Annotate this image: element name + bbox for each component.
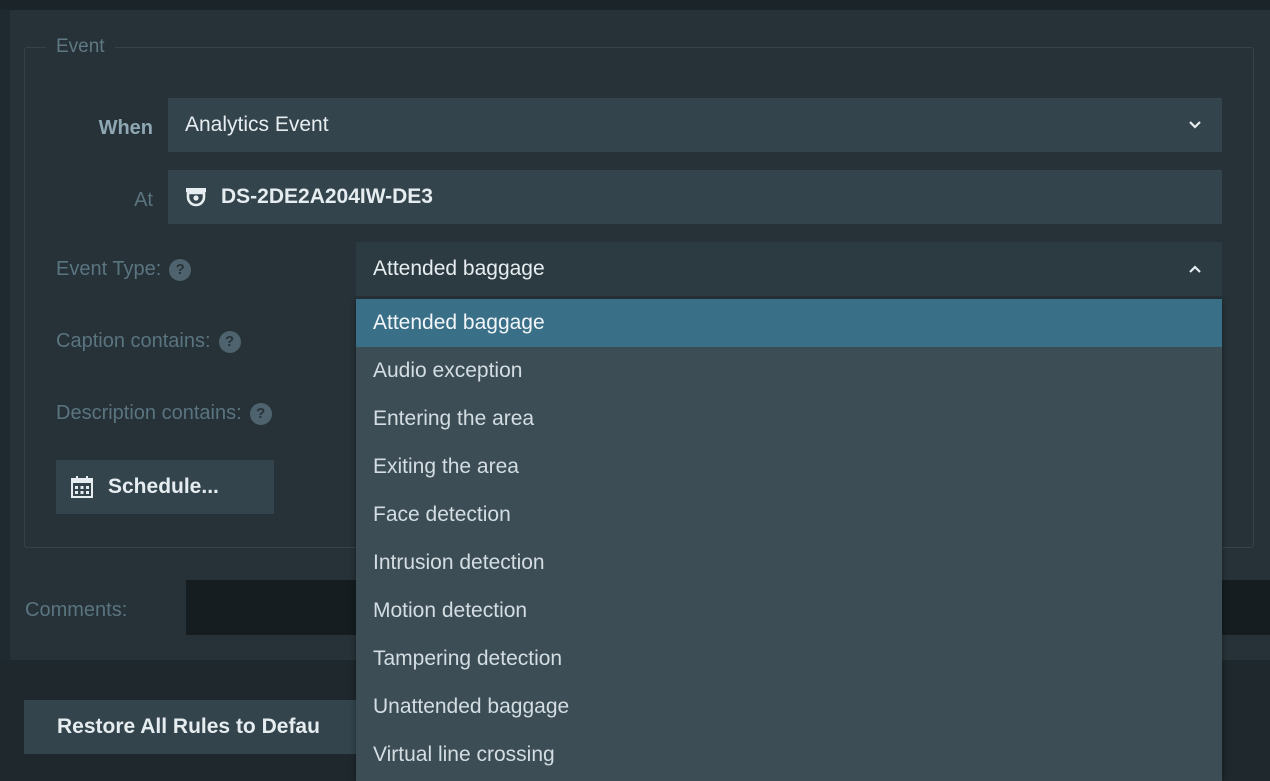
event-type-label-text: Event Type: (56, 258, 162, 280)
dropdown-option[interactable]: Attended baggage (356, 299, 1222, 347)
help-icon[interactable]: ? (218, 330, 241, 353)
dropdown-option[interactable]: Virtual line crossing (356, 731, 1222, 779)
help-icon[interactable]: ? (249, 402, 272, 425)
description-contains-label: Description contains:? (56, 402, 272, 425)
dropdown-option[interactable]: Motion detection (356, 587, 1222, 635)
restore-defaults-button[interactable]: Restore All Rules to Defau (24, 700, 384, 754)
when-select[interactable]: Analytics Event (168, 98, 1222, 152)
camera-icon (186, 188, 206, 207)
calendar-icon (71, 476, 93, 498)
at-device-selector[interactable]: DS-2DE2A204IW-DE3 (168, 170, 1222, 224)
help-icon[interactable]: ? (169, 258, 192, 281)
schedule-button[interactable]: Schedule... (56, 460, 274, 514)
dropdown-option[interactable]: Face detection (356, 491, 1222, 539)
dropdown-option[interactable]: Audio exception (356, 347, 1222, 395)
dropdown-option[interactable]: Tampering detection (356, 635, 1222, 683)
event-type-dropdown-list: Attended baggage Audio exception Entering … (356, 299, 1222, 781)
at-device-name: DS-2DE2A204IW-DE3 (221, 185, 433, 208)
restore-defaults-label: Restore All Rules to Defau (57, 715, 320, 738)
comments-label: Comments: (25, 599, 128, 621)
event-type-select[interactable]: Attended baggage (356, 242, 1222, 296)
when-value: Analytics Event (185, 113, 329, 136)
caption-contains-label: Caption contains:? (56, 330, 241, 353)
event-group-title: Event (46, 36, 115, 58)
dropdown-option[interactable]: Exiting the area (356, 443, 1222, 491)
event-type-value: Attended baggage (373, 257, 545, 280)
caption-contains-label-text: Caption contains: (56, 330, 211, 352)
top-strip (0, 0, 1270, 10)
chevron-down-icon (1189, 121, 1201, 129)
schedule-button-label: Schedule... (108, 475, 219, 498)
dropdown-option[interactable]: Entering the area (356, 395, 1222, 443)
chevron-up-icon (1189, 265, 1201, 273)
dropdown-options: Attended baggage Audio exception Entering … (356, 299, 1222, 779)
dropdown-option[interactable]: Intrusion detection (356, 539, 1222, 587)
description-contains-label-text: Description contains: (56, 402, 242, 424)
when-label: When (98, 117, 153, 139)
dropdown-option[interactable]: Unattended baggage (356, 683, 1222, 731)
event-type-label: Event Type:? (56, 258, 192, 281)
at-label: At (134, 189, 153, 211)
